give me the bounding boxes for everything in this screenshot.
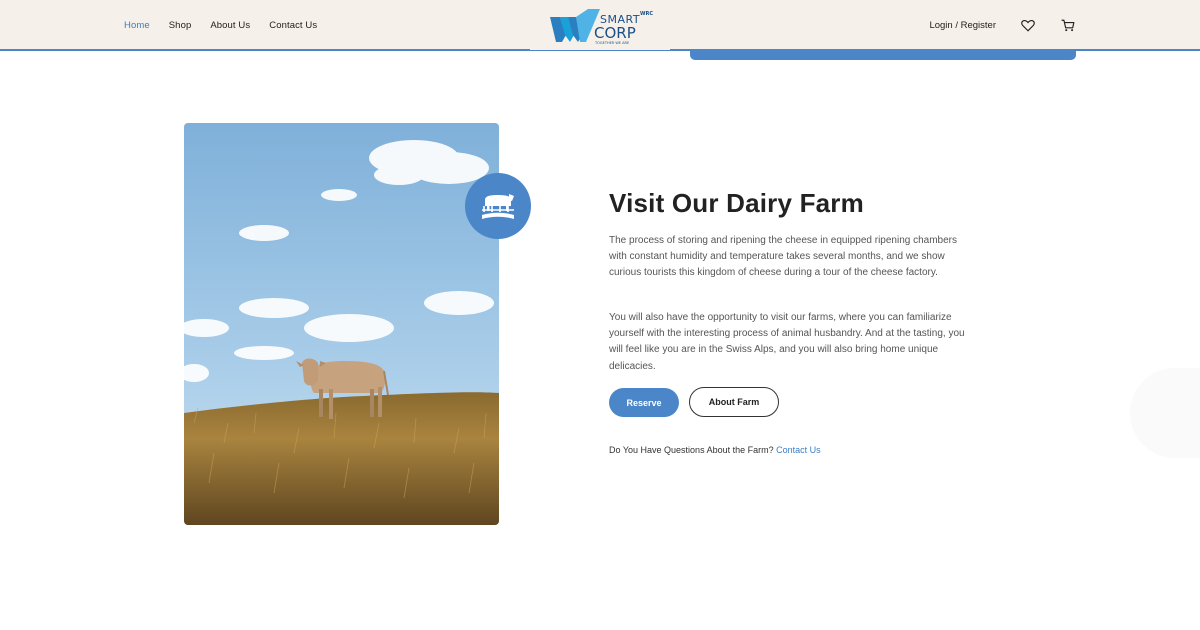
site-header: Home Shop About Us Contact Us SMART CORP… (0, 0, 1200, 51)
logo-tagline: TOGETHER WE ARE (594, 41, 629, 45)
cow-farm-icon (465, 173, 531, 239)
nav-home[interactable]: Home (124, 20, 150, 31)
main-nav: Home Shop About Us Contact Us (124, 0, 317, 50)
intro-paragraph: The process of storing and ripening the … (609, 235, 957, 279)
logo-text-corp: CORP (594, 24, 636, 42)
site-logo[interactable]: SMART CORP WRC TOGETHER WE ARE (548, 7, 660, 45)
login-register-link[interactable]: Login / Register (929, 20, 996, 31)
nav-about-us[interactable]: About Us (210, 20, 250, 31)
logo-text-suffix: WRC (640, 11, 653, 17)
heart-icon[interactable] (1020, 17, 1036, 33)
header-accent-bar (690, 51, 1076, 60)
farm-photo (184, 123, 499, 525)
nav-shop[interactable]: Shop (169, 20, 192, 31)
cart-icon[interactable] (1060, 17, 1076, 33)
nav-contact-us[interactable]: Contact Us (269, 20, 317, 31)
question-text: Do You Have Questions About the Farm? (609, 445, 774, 455)
side-decoration (1130, 368, 1200, 458)
about-farm-button[interactable]: About Farm (689, 387, 779, 417)
reserve-button[interactable]: Reserve (609, 388, 679, 417)
details-paragraph: You will also have the opportunity to vi… (609, 312, 965, 372)
contact-us-link[interactable]: Contact Us (776, 445, 821, 455)
header-actions: Login / Register (929, 0, 1076, 50)
page-title: Visit Our Dairy Farm (609, 188, 864, 218)
farm-question-line: Do You Have Questions About the Farm? Co… (609, 445, 821, 455)
